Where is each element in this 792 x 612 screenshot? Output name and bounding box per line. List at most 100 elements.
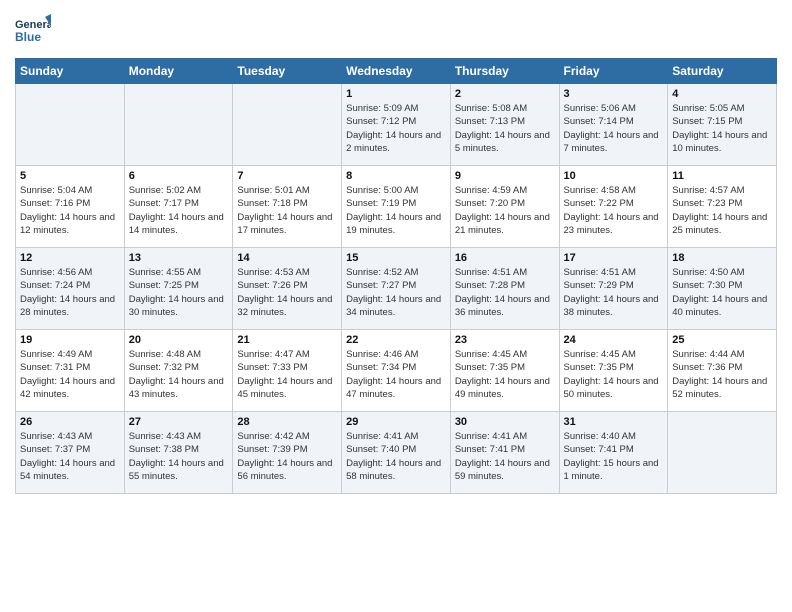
weekday-header: Tuesday xyxy=(233,59,342,84)
day-info: Sunrise: 5:04 AMSunset: 7:16 PMDaylight:… xyxy=(20,184,120,237)
day-number: 26 xyxy=(20,416,120,428)
day-number: 4 xyxy=(672,88,772,100)
day-info: Sunrise: 4:50 AMSunset: 7:30 PMDaylight:… xyxy=(672,266,772,319)
day-info: Sunrise: 4:46 AMSunset: 7:34 PMDaylight:… xyxy=(346,348,446,401)
day-number: 16 xyxy=(455,252,555,264)
calendar-cell: 13Sunrise: 4:55 AMSunset: 7:25 PMDayligh… xyxy=(124,248,233,330)
calendar-week-row: 1 Sunrise: 5:09 AMSunset: 7:12 PMDaylight… xyxy=(16,84,777,166)
calendar-cell: 6 Sunrise: 5:02 AMSunset: 7:17 PMDaylight… xyxy=(124,166,233,248)
day-number: 30 xyxy=(455,416,555,428)
calendar-cell: 20 Sunrise: 4:48 AMSunset: 7:32 PMDayligh… xyxy=(124,330,233,412)
day-info: Sunrise: 4:58 AMSunset: 7:22 PMDaylight:… xyxy=(564,184,664,237)
day-info: Sunrise: 4:51 AMSunset: 7:28 PMDaylight:… xyxy=(455,266,555,319)
day-number: 31 xyxy=(564,416,664,428)
calendar-cell: 25Sunrise: 4:44 AMSunset: 7:36 PMDayligh… xyxy=(668,330,777,412)
day-number: 9 xyxy=(455,170,555,182)
day-info: Sunrise: 5:00 AMSunset: 7:19 PMDaylight:… xyxy=(346,184,446,237)
day-number: 22 xyxy=(346,334,446,346)
day-info: Sunrise: 4:40 AMSunset: 7:41 PMDaylight:… xyxy=(564,430,664,483)
calendar-cell: 29 Sunrise: 4:41 AMSunset: 7:40 PMDayligh… xyxy=(342,412,451,494)
calendar-cell: 26 Sunrise: 4:43 AMSunset: 7:37 PMDayligh… xyxy=(16,412,125,494)
day-info: Sunrise: 4:42 AMSunset: 7:39 PMDaylight:… xyxy=(237,430,337,483)
day-info: Sunrise: 5:06 AMSunset: 7:14 PMDaylight:… xyxy=(564,102,664,155)
calendar-cell: 31 Sunrise: 4:40 AMSunset: 7:41 PMDayligh… xyxy=(559,412,668,494)
day-number: 11 xyxy=(672,170,772,182)
calendar-cell: 8 Sunrise: 5:00 AMSunset: 7:19 PMDaylight… xyxy=(342,166,451,248)
calendar-cell: 30 Sunrise: 4:41 AMSunset: 7:41 PMDayligh… xyxy=(450,412,559,494)
day-info: Sunrise: 4:48 AMSunset: 7:32 PMDaylight:… xyxy=(129,348,229,401)
day-info: Sunrise: 4:57 AMSunset: 7:23 PMDaylight:… xyxy=(672,184,772,237)
day-info: Sunrise: 4:59 AMSunset: 7:20 PMDaylight:… xyxy=(455,184,555,237)
day-number: 1 xyxy=(346,88,446,100)
calendar-cell: 16 Sunrise: 4:51 AMSunset: 7:28 PMDayligh… xyxy=(450,248,559,330)
calendar-cell: 28Sunrise: 4:42 AMSunset: 7:39 PMDayligh… xyxy=(233,412,342,494)
calendar-cell: 9 Sunrise: 4:59 AMSunset: 7:20 PMDaylight… xyxy=(450,166,559,248)
day-number: 12 xyxy=(20,252,120,264)
day-number: 18 xyxy=(672,252,772,264)
day-number: 25 xyxy=(672,334,772,346)
calendar-week-row: 5 Sunrise: 5:04 AMSunset: 7:16 PMDaylight… xyxy=(16,166,777,248)
calendar-cell: 12Sunrise: 4:56 AMSunset: 7:24 PMDayligh… xyxy=(16,248,125,330)
weekday-header: Saturday xyxy=(668,59,777,84)
day-number: 20 xyxy=(129,334,229,346)
day-info: Sunrise: 5:02 AMSunset: 7:17 PMDaylight:… xyxy=(129,184,229,237)
calendar-cell: 7 Sunrise: 5:01 AMSunset: 7:18 PMDaylight… xyxy=(233,166,342,248)
weekday-header: Friday xyxy=(559,59,668,84)
logo: General Blue xyxy=(15,14,51,50)
calendar-cell: 3 Sunrise: 5:06 AMSunset: 7:14 PMDaylight… xyxy=(559,84,668,166)
day-number: 24 xyxy=(564,334,664,346)
weekday-header: Thursday xyxy=(450,59,559,84)
day-info: Sunrise: 4:53 AMSunset: 7:26 PMDaylight:… xyxy=(237,266,337,319)
day-number: 27 xyxy=(129,416,229,428)
day-info: Sunrise: 4:55 AMSunset: 7:25 PMDaylight:… xyxy=(129,266,229,319)
calendar-cell: 4 Sunrise: 5:05 AMSunset: 7:15 PMDaylight… xyxy=(668,84,777,166)
calendar-week-row: 19 Sunrise: 4:49 AMSunset: 7:31 PMDayligh… xyxy=(16,330,777,412)
day-info: Sunrise: 4:45 AMSunset: 7:35 PMDaylight:… xyxy=(455,348,555,401)
calendar-cell: 5 Sunrise: 5:04 AMSunset: 7:16 PMDaylight… xyxy=(16,166,125,248)
day-info: Sunrise: 4:45 AMSunset: 7:35 PMDaylight:… xyxy=(564,348,664,401)
day-number: 17 xyxy=(564,252,664,264)
calendar-cell xyxy=(668,412,777,494)
calendar-cell: 27Sunrise: 4:43 AMSunset: 7:38 PMDayligh… xyxy=(124,412,233,494)
day-number: 7 xyxy=(237,170,337,182)
calendar-cell: 23 Sunrise: 4:45 AMSunset: 7:35 PMDayligh… xyxy=(450,330,559,412)
weekday-header: Wednesday xyxy=(342,59,451,84)
day-info: Sunrise: 4:41 AMSunset: 7:41 PMDaylight:… xyxy=(455,430,555,483)
calendar-cell: 15Sunrise: 4:52 AMSunset: 7:27 PMDayligh… xyxy=(342,248,451,330)
calendar-cell: 11 Sunrise: 4:57 AMSunset: 7:23 PMDayligh… xyxy=(668,166,777,248)
calendar-week-row: 26 Sunrise: 4:43 AMSunset: 7:37 PMDayligh… xyxy=(16,412,777,494)
calendar-body: 1 Sunrise: 5:09 AMSunset: 7:12 PMDaylight… xyxy=(16,84,777,494)
day-number: 2 xyxy=(455,88,555,100)
calendar-table: SundayMondayTuesdayWednesdayThursdayFrid… xyxy=(15,58,777,494)
calendar-cell: 21Sunrise: 4:47 AMSunset: 7:33 PMDayligh… xyxy=(233,330,342,412)
day-number: 10 xyxy=(564,170,664,182)
day-number: 3 xyxy=(564,88,664,100)
day-info: Sunrise: 4:52 AMSunset: 7:27 PMDaylight:… xyxy=(346,266,446,319)
day-info: Sunrise: 5:08 AMSunset: 7:13 PMDaylight:… xyxy=(455,102,555,155)
calendar-week-row: 12Sunrise: 4:56 AMSunset: 7:24 PMDayligh… xyxy=(16,248,777,330)
day-info: Sunrise: 4:41 AMSunset: 7:40 PMDaylight:… xyxy=(346,430,446,483)
calendar-cell: 17 Sunrise: 4:51 AMSunset: 7:29 PMDayligh… xyxy=(559,248,668,330)
weekday-header: Sunday xyxy=(16,59,125,84)
day-info: Sunrise: 4:47 AMSunset: 7:33 PMDaylight:… xyxy=(237,348,337,401)
calendar-cell: 14Sunrise: 4:53 AMSunset: 7:26 PMDayligh… xyxy=(233,248,342,330)
day-number: 29 xyxy=(346,416,446,428)
day-info: Sunrise: 5:09 AMSunset: 7:12 PMDaylight:… xyxy=(346,102,446,155)
calendar-cell: 24 Sunrise: 4:45 AMSunset: 7:35 PMDayligh… xyxy=(559,330,668,412)
day-number: 5 xyxy=(20,170,120,182)
calendar-cell: 22 Sunrise: 4:46 AMSunset: 7:34 PMDayligh… xyxy=(342,330,451,412)
calendar-cell: 19 Sunrise: 4:49 AMSunset: 7:31 PMDayligh… xyxy=(16,330,125,412)
day-info: Sunrise: 4:51 AMSunset: 7:29 PMDaylight:… xyxy=(564,266,664,319)
calendar-cell: 10 Sunrise: 4:58 AMSunset: 7:22 PMDayligh… xyxy=(559,166,668,248)
day-info: Sunrise: 4:43 AMSunset: 7:37 PMDaylight:… xyxy=(20,430,120,483)
day-info: Sunrise: 5:01 AMSunset: 7:18 PMDaylight:… xyxy=(237,184,337,237)
calendar-header: SundayMondayTuesdayWednesdayThursdayFrid… xyxy=(16,59,777,84)
day-number: 23 xyxy=(455,334,555,346)
day-number: 6 xyxy=(129,170,229,182)
day-info: Sunrise: 5:05 AMSunset: 7:15 PMDaylight:… xyxy=(672,102,772,155)
day-number: 8 xyxy=(346,170,446,182)
day-info: Sunrise: 4:49 AMSunset: 7:31 PMDaylight:… xyxy=(20,348,120,401)
weekday-header: Monday xyxy=(124,59,233,84)
calendar-cell xyxy=(233,84,342,166)
day-number: 19 xyxy=(20,334,120,346)
